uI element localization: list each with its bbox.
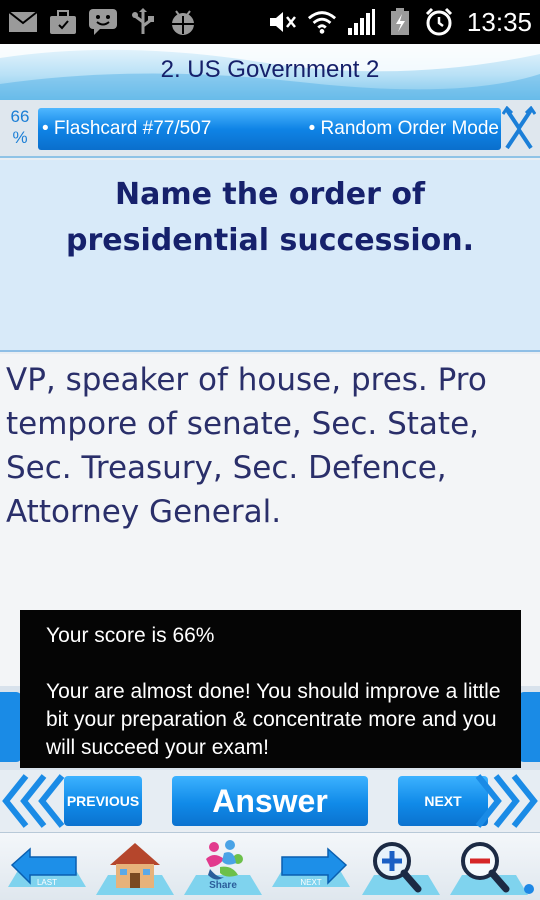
share-button[interactable]: Share [180, 837, 266, 897]
flashcard-info-bar: • Flashcard #77/507 • Random Order Mode [38, 108, 501, 150]
chat-icon [88, 8, 118, 36]
home-button[interactable] [92, 837, 178, 897]
progress-percent-value: 66 [10, 107, 30, 126]
progress-percent: 66 % [4, 106, 36, 148]
share-label: Share [209, 880, 237, 891]
hidden-left-button [0, 692, 22, 762]
zoom-in-icon [362, 842, 440, 895]
last-button[interactable]: LAST [4, 837, 90, 897]
progress-percent-sign: % [12, 128, 28, 147]
page-title: 2. US Government 2 [160, 56, 380, 83]
shuffle-icon[interactable] [501, 105, 537, 152]
previous-button[interactable]: PREVIOUS [64, 776, 142, 826]
next-card-button[interactable]: NEXT [268, 837, 354, 897]
nav-row: PREVIOUS Answer NEXT [0, 770, 540, 830]
zoom-out-button[interactable] [446, 837, 532, 897]
question-panel: Name the order of presidential successio… [0, 160, 540, 352]
wifi-icon [307, 8, 337, 36]
volume-muted-icon [268, 8, 298, 36]
score-line: Your score is 66% [46, 624, 215, 647]
answer-button[interactable]: Answer [172, 776, 368, 826]
signal-icon [346, 8, 376, 36]
chevrons-right-icon [475, 774, 538, 828]
info-row: 66 % • Flashcard #77/507 • Random Order … [0, 100, 540, 158]
house-icon [96, 843, 174, 895]
flashcard-counter: • Flashcard #77/507 [42, 118, 212, 139]
last-label: LAST [36, 878, 57, 887]
hidden-right-button [518, 692, 540, 762]
bottom-toolbar: LAST Share NEXT [0, 832, 540, 900]
arrow-right-icon [272, 847, 350, 887]
score-message: Your are almost done! You should improve… [46, 680, 501, 759]
alarm-icon [424, 7, 454, 36]
question-text: Name the order of presidential successio… [65, 177, 475, 258]
status-bar: 13:35 [0, 0, 540, 44]
score-toast: Your score is 66% Your are almost done! … [20, 610, 521, 768]
zoom-in-button[interactable] [358, 837, 444, 897]
arrow-left-icon [8, 847, 86, 887]
clock-time: 13:35 [466, 6, 532, 37]
next-card-label: NEXT [300, 878, 322, 887]
android-debug-icon [168, 8, 198, 36]
corner-dot [524, 884, 534, 894]
briefcase-icon [48, 8, 78, 36]
mail-icon [8, 8, 38, 36]
order-mode-label: • Random Order Mode [308, 118, 499, 139]
zoom-out-icon [450, 842, 528, 895]
answer-text: VP, speaker of house, pres. Pro tempore … [6, 362, 487, 530]
battery-icon [385, 8, 415, 36]
title-bar: 2. US Government 2 [0, 44, 540, 100]
usb-icon [128, 8, 158, 36]
